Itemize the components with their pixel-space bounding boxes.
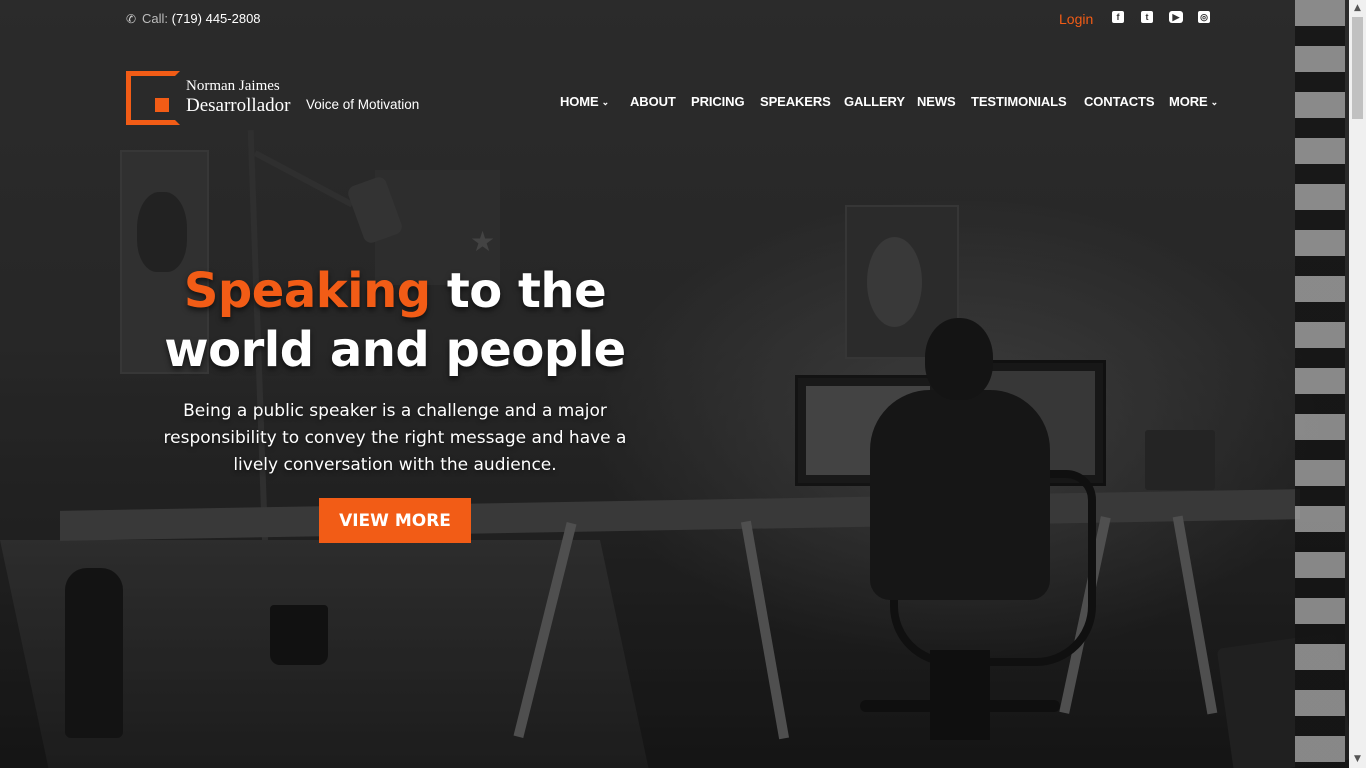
- login-link[interactable]: Login: [1059, 11, 1093, 27]
- phone-icon: ✆: [126, 12, 137, 26]
- nav-item-label: SPEAKERS: [760, 94, 831, 109]
- hero-title: Speaking to the world and people: [140, 262, 650, 380]
- nav-item-label: NEWS: [917, 94, 956, 109]
- youtube-icon[interactable]: ▶: [1169, 11, 1183, 23]
- main-nav: HOME ⌄ ABOUT PRICING SPEAKERS GALLERY NEW…: [0, 94, 1349, 114]
- nav-item-label: MORE: [1169, 94, 1208, 109]
- page-scrollbar[interactable]: ▲ ▼: [1349, 0, 1366, 768]
- nav-item-home[interactable]: HOME ⌄: [560, 94, 609, 109]
- facebook-icon[interactable]: f: [1112, 11, 1124, 23]
- nav-item-label: PRICING: [691, 94, 745, 109]
- call-info: ✆ Call: (719) 445-2808: [126, 11, 261, 26]
- nav-item-label: GALLERY: [844, 94, 905, 109]
- hero-description: Being a public speaker is a challenge an…: [163, 401, 627, 475]
- nav-item-label: ABOUT: [630, 94, 676, 109]
- chevron-down-icon: ⌄: [601, 97, 610, 107]
- hero-title-accent: Speaking: [183, 263, 431, 319]
- nav-item-about[interactable]: ABOUT: [630, 94, 676, 109]
- nav-item-label: HOME: [560, 94, 599, 109]
- nav-item-contacts[interactable]: CONTACTS: [1084, 94, 1155, 109]
- nav-item-news[interactable]: NEWS: [917, 94, 956, 109]
- nav-item-more[interactable]: MORE ⌄: [1169, 94, 1218, 109]
- hero-title-part-2: world and people: [164, 322, 626, 378]
- chevron-down-icon: ⌄: [1210, 97, 1219, 107]
- view-more-button[interactable]: VIEW MORE: [319, 498, 471, 543]
- top-bar: ✆ Call: (719) 445-2808 Login f t ▶ ◎: [0, 0, 1349, 40]
- twitter-icon[interactable]: t: [1141, 11, 1153, 23]
- nav-item-testimonials[interactable]: TESTIMONIALS: [971, 94, 1067, 109]
- call-label: Call:: [142, 11, 169, 26]
- nav-item-gallery[interactable]: GALLERY: [844, 94, 905, 109]
- hero-title-part-1: to the: [430, 263, 607, 319]
- nav-item-pricing[interactable]: PRICING: [691, 94, 745, 109]
- nav-item-speakers[interactable]: SPEAKERS: [760, 94, 831, 109]
- call-number[interactable]: (719) 445-2808: [172, 11, 261, 26]
- nav-item-label: TESTIMONIALS: [971, 94, 1067, 109]
- scroll-down-arrow-icon[interactable]: ▼: [1349, 751, 1366, 768]
- instagram-icon[interactable]: ◎: [1198, 11, 1210, 23]
- scrollbar-thumb[interactable]: [1352, 17, 1363, 119]
- brand-name-top[interactable]: Norman Jaimes: [186, 78, 280, 95]
- scroll-up-arrow-icon[interactable]: ▲: [1349, 0, 1366, 17]
- nav-item-label: CONTACTS: [1084, 94, 1155, 109]
